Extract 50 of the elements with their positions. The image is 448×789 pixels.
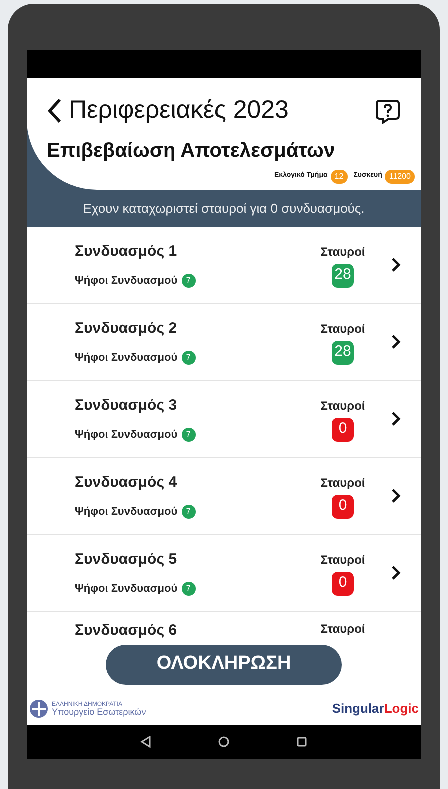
- votes-label: Ψήφοι Συνδυασμού: [75, 428, 178, 443]
- row-title: Συνδυασμός 5: [75, 550, 178, 570]
- list-row[interactable]: Συνδυασμός 2 Ψήφοι Συνδυασμού 7 Σταυροί 28: [27, 304, 421, 381]
- crosses-label: Σταυροί: [320, 621, 366, 638]
- chevron-icon: [391, 411, 401, 427]
- crosses-label: Σταυροί: [320, 552, 366, 568]
- row-title: Συνδυασμός 2: [75, 318, 178, 338]
- votes-label: Ψήφοι Συνδυασμού: [75, 351, 178, 366]
- back-nav-icon[interactable]: [140, 736, 152, 748]
- crosses-badge: 0: [332, 572, 354, 596]
- ministry-subtitle: Υπουργείο Εσωτερικών: [52, 708, 146, 716]
- crosses-badge: 0: [332, 418, 354, 442]
- count-badge: 7: [182, 582, 196, 596]
- chevron-icon: [391, 488, 401, 504]
- status-message: Εχουν καταχωριστεί σταυροί για 0 συνδυασμούς.: [82, 200, 366, 218]
- crosses-label: Σταυροί: [320, 474, 366, 492]
- row-title: Συνδυασμός 6: [75, 621, 178, 641]
- row-title: Συνδυασμός 1: [75, 242, 178, 262]
- count-badge: 7: [182, 274, 196, 288]
- votes-label: Ψήφοι Συνδυασμού: [75, 582, 178, 597]
- crosses-badge: 0: [332, 494, 354, 518]
- chevron-icon: [391, 257, 401, 273]
- crosses-label: Σταυροί: [320, 320, 366, 338]
- chevron-icon: [391, 334, 401, 350]
- recents-icon[interactable]: [296, 736, 308, 748]
- crosses-label: Σταυροί: [320, 398, 366, 414]
- chevron-icon: [391, 565, 401, 581]
- help-icon[interactable]: [375, 98, 401, 124]
- screen-subtitle: Επιβεβαίωση Αποτελεσμάτων: [47, 138, 336, 164]
- count-badge: 7: [182, 351, 196, 366]
- crosses-badge: 28: [332, 340, 354, 364]
- complete-button[interactable]: ΟΛΟΚΛΗΡΩΣΗ: [106, 644, 342, 684]
- votes-label: Ψήφοι Συνδυασμού: [75, 505, 178, 520]
- list-row[interactable]: Συνδυασμός 1 Ψήφοι Συνδυασμού 7 Σταυροί 28: [27, 227, 421, 304]
- brand-logo: SingularLogic: [332, 700, 419, 718]
- count-badge: 12: [330, 170, 348, 184]
- list-row[interactable]: Συνδυασμός 5 Ψήφοι Συνδυασμού 7 Σταυροί 0: [27, 535, 421, 612]
- screen-title: Περιφερειακές 2023: [69, 95, 289, 126]
- list-row[interactable]: Συνδυασμός 4 Ψήφοι Συνδυασμού 7 Σταυροί 0: [27, 458, 421, 535]
- count-badge: 7: [182, 428, 196, 442]
- count-badge: 7: [182, 505, 196, 520]
- crosses-label: Σταυροί: [320, 244, 366, 260]
- back-icon[interactable]: [47, 98, 63, 124]
- list-row[interactable]: Συνδυασμός 3 Ψήφοι Συνδυασμού 7 Σταυροί 0: [27, 381, 421, 458]
- home-icon[interactable]: [218, 736, 230, 748]
- crosses-badge: 28: [332, 264, 354, 288]
- row-title: Συνδυασμός 4: [75, 472, 178, 492]
- votes-label: Ψήφοι Συνδυασμού: [75, 274, 178, 289]
- count-badge: 11200: [385, 170, 415, 184]
- row-title: Συνδυασμός 3: [75, 396, 178, 416]
